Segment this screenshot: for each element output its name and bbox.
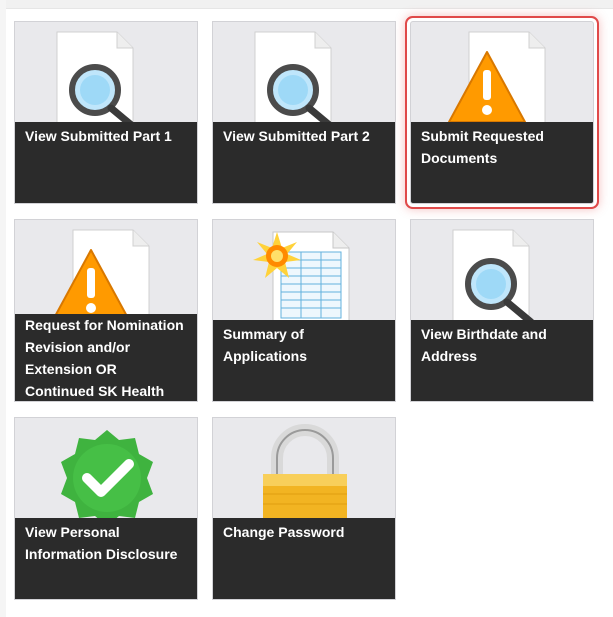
tile-label: View Submitted Part 1	[15, 122, 197, 203]
tile-label: Submit Requested Documents	[411, 122, 593, 203]
tile-label: Request for Nomination Revision and/or E…	[15, 314, 197, 401]
tile-label: View Personal Information Disclosure	[15, 518, 197, 599]
tile-request-for-nomination-revision[interactable]: Request for Nomination Revision and/or E…	[14, 219, 198, 402]
left-strip	[0, 0, 6, 617]
tile-view-personal-information-disclosure[interactable]: View Personal Information Disclosure	[14, 417, 198, 600]
tile-view-submitted-part-1[interactable]: View Submitted Part 1	[14, 21, 198, 204]
tile-label: Summary of Applications	[213, 320, 395, 401]
tile-view-submitted-part-2[interactable]: View Submitted Part 2	[212, 21, 396, 204]
top-strip	[0, 0, 613, 9]
tile-label: View Birthdate and Address	[411, 320, 593, 401]
tile-change-password[interactable]: Change Password	[212, 417, 396, 600]
tile-submit-requested-documents[interactable]: Submit Requested Documents	[410, 21, 594, 204]
tile-view-birthdate-and-address[interactable]: View Birthdate and Address	[410, 219, 594, 402]
tile-label: Change Password	[213, 518, 395, 599]
tile-summary-of-applications[interactable]: Summary of Applications	[212, 219, 396, 402]
tile-label: View Submitted Part 2	[213, 122, 395, 203]
